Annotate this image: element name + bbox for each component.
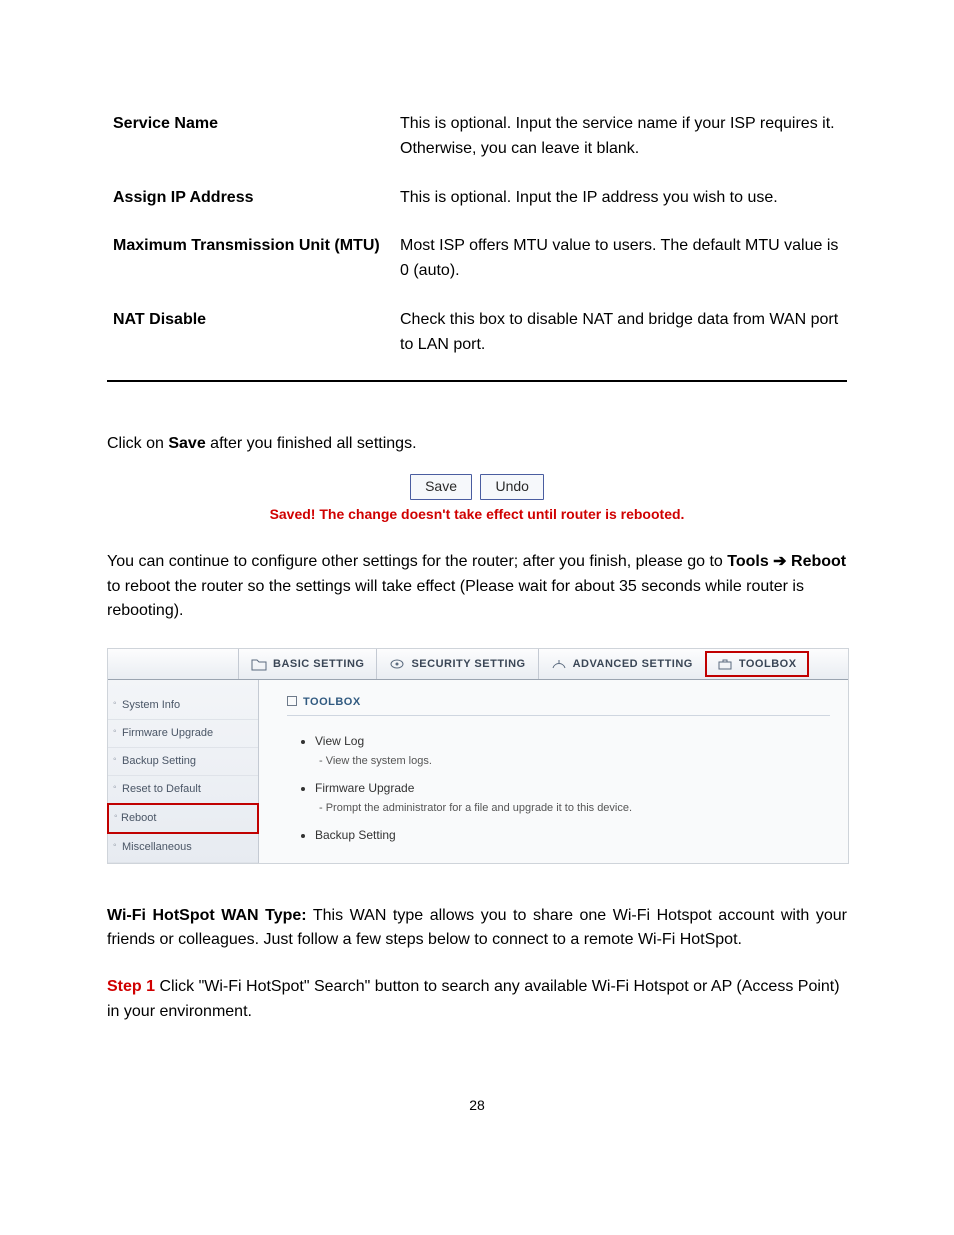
- def-label: Service Name: [107, 100, 394, 174]
- button-row: Save Undo: [107, 474, 847, 500]
- save-word: Save: [168, 435, 205, 452]
- def-label: NAT Disable: [107, 296, 394, 370]
- def-text: This is optional. Input the service name…: [394, 100, 847, 174]
- page-number: 28: [107, 1095, 847, 1117]
- main-panel: TOOLBOX View Log - View the system logs.…: [259, 680, 848, 862]
- tab-bar: BASIC SETTING SECURITY SETTING ADVANCED …: [108, 649, 848, 680]
- list-item: Backup Setting: [315, 826, 830, 845]
- def-text: This is optional. Input the IP address y…: [394, 174, 847, 223]
- advanced-icon: [551, 657, 567, 671]
- wifi-hotspot-label: Wi-Fi HotSpot WAN Type:: [107, 907, 307, 924]
- list-item-title: Backup Setting: [315, 828, 396, 842]
- def-text: Check this box to disable NAT and bridge…: [394, 296, 847, 370]
- tools-reboot-label: Tools ➔ Reboot: [727, 553, 846, 570]
- tab-label: TOOLBOX: [739, 656, 797, 673]
- list-item: Firmware Upgrade - Prompt the administra…: [315, 779, 830, 823]
- step1-paragraph: Step 1 Click "Wi-Fi HotSpot" Search" but…: [107, 975, 847, 1025]
- def-label: Assign IP Address: [107, 174, 394, 223]
- tab-label: BASIC SETTING: [273, 656, 364, 673]
- list-item-title: Firmware Upgrade: [315, 781, 414, 795]
- list-item: View Log - View the system logs.: [315, 732, 830, 776]
- tab-basic-setting[interactable]: BASIC SETTING: [238, 649, 376, 679]
- def-label: Maximum Transmission Unit (MTU): [107, 222, 394, 296]
- folder-icon: [251, 657, 267, 671]
- eye-icon: [389, 657, 405, 671]
- text: Click on: [107, 435, 168, 452]
- toolbox-icon: [717, 657, 733, 671]
- sidebar-item-firmware-upgrade[interactable]: Firmware Upgrade: [108, 720, 258, 748]
- panel-title: TOOLBOX: [287, 694, 830, 716]
- text: You can continue to configure other sett…: [107, 553, 727, 570]
- text: after you finished all settings.: [206, 435, 417, 452]
- text: Click "Wi-Fi HotSpot" Search" button to …: [107, 978, 840, 1020]
- sidebar: System Info Firmware Upgrade Backup Sett…: [108, 680, 259, 862]
- click-save-paragraph: Click on Save after you finished all set…: [107, 432, 847, 457]
- router-admin-screenshot: BASIC SETTING SECURITY SETTING ADVANCED …: [107, 648, 849, 863]
- sidebar-item-system-info[interactable]: System Info: [108, 692, 258, 720]
- sidebar-item-reset-default[interactable]: Reset to Default: [108, 776, 258, 804]
- tab-label: ADVANCED SETTING: [573, 656, 693, 673]
- wifi-hotspot-paragraph: Wi-Fi HotSpot WAN Type: This WAN type al…: [107, 904, 847, 954]
- feature-list: View Log - View the system logs. Firmwar…: [287, 732, 830, 844]
- reboot-instruction-paragraph: You can continue to configure other sett…: [107, 550, 847, 624]
- table-divider: [107, 380, 847, 382]
- step-label: Step 1: [107, 978, 155, 995]
- panel-title-text: TOOLBOX: [303, 696, 361, 708]
- tab-label: SECURITY SETTING: [411, 656, 525, 673]
- settings-definition-table: Service Name This is optional. Input the…: [107, 100, 847, 370]
- tab-security-setting[interactable]: SECURITY SETTING: [376, 649, 537, 679]
- list-item-desc: - View the system logs.: [315, 751, 830, 776]
- list-item-title: View Log: [315, 734, 364, 748]
- sidebar-item-miscellaneous[interactable]: Miscellaneous: [108, 834, 258, 862]
- def-text: Most ISP offers MTU value to users. The …: [394, 222, 847, 296]
- tab-toolbox[interactable]: TOOLBOX: [705, 651, 809, 677]
- sidebar-item-backup-setting[interactable]: Backup Setting: [108, 748, 258, 776]
- text: to reboot the router so the settings wil…: [107, 578, 804, 620]
- sidebar-item-reboot[interactable]: Reboot: [107, 803, 259, 834]
- square-icon: [287, 696, 297, 706]
- undo-button[interactable]: Undo: [480, 474, 543, 500]
- save-button[interactable]: Save: [410, 474, 472, 500]
- saved-message: Saved! The change doesn't take effect un…: [107, 504, 847, 526]
- list-item-desc: - Prompt the administrator for a file an…: [315, 798, 830, 823]
- tab-advanced-setting[interactable]: ADVANCED SETTING: [538, 649, 705, 679]
